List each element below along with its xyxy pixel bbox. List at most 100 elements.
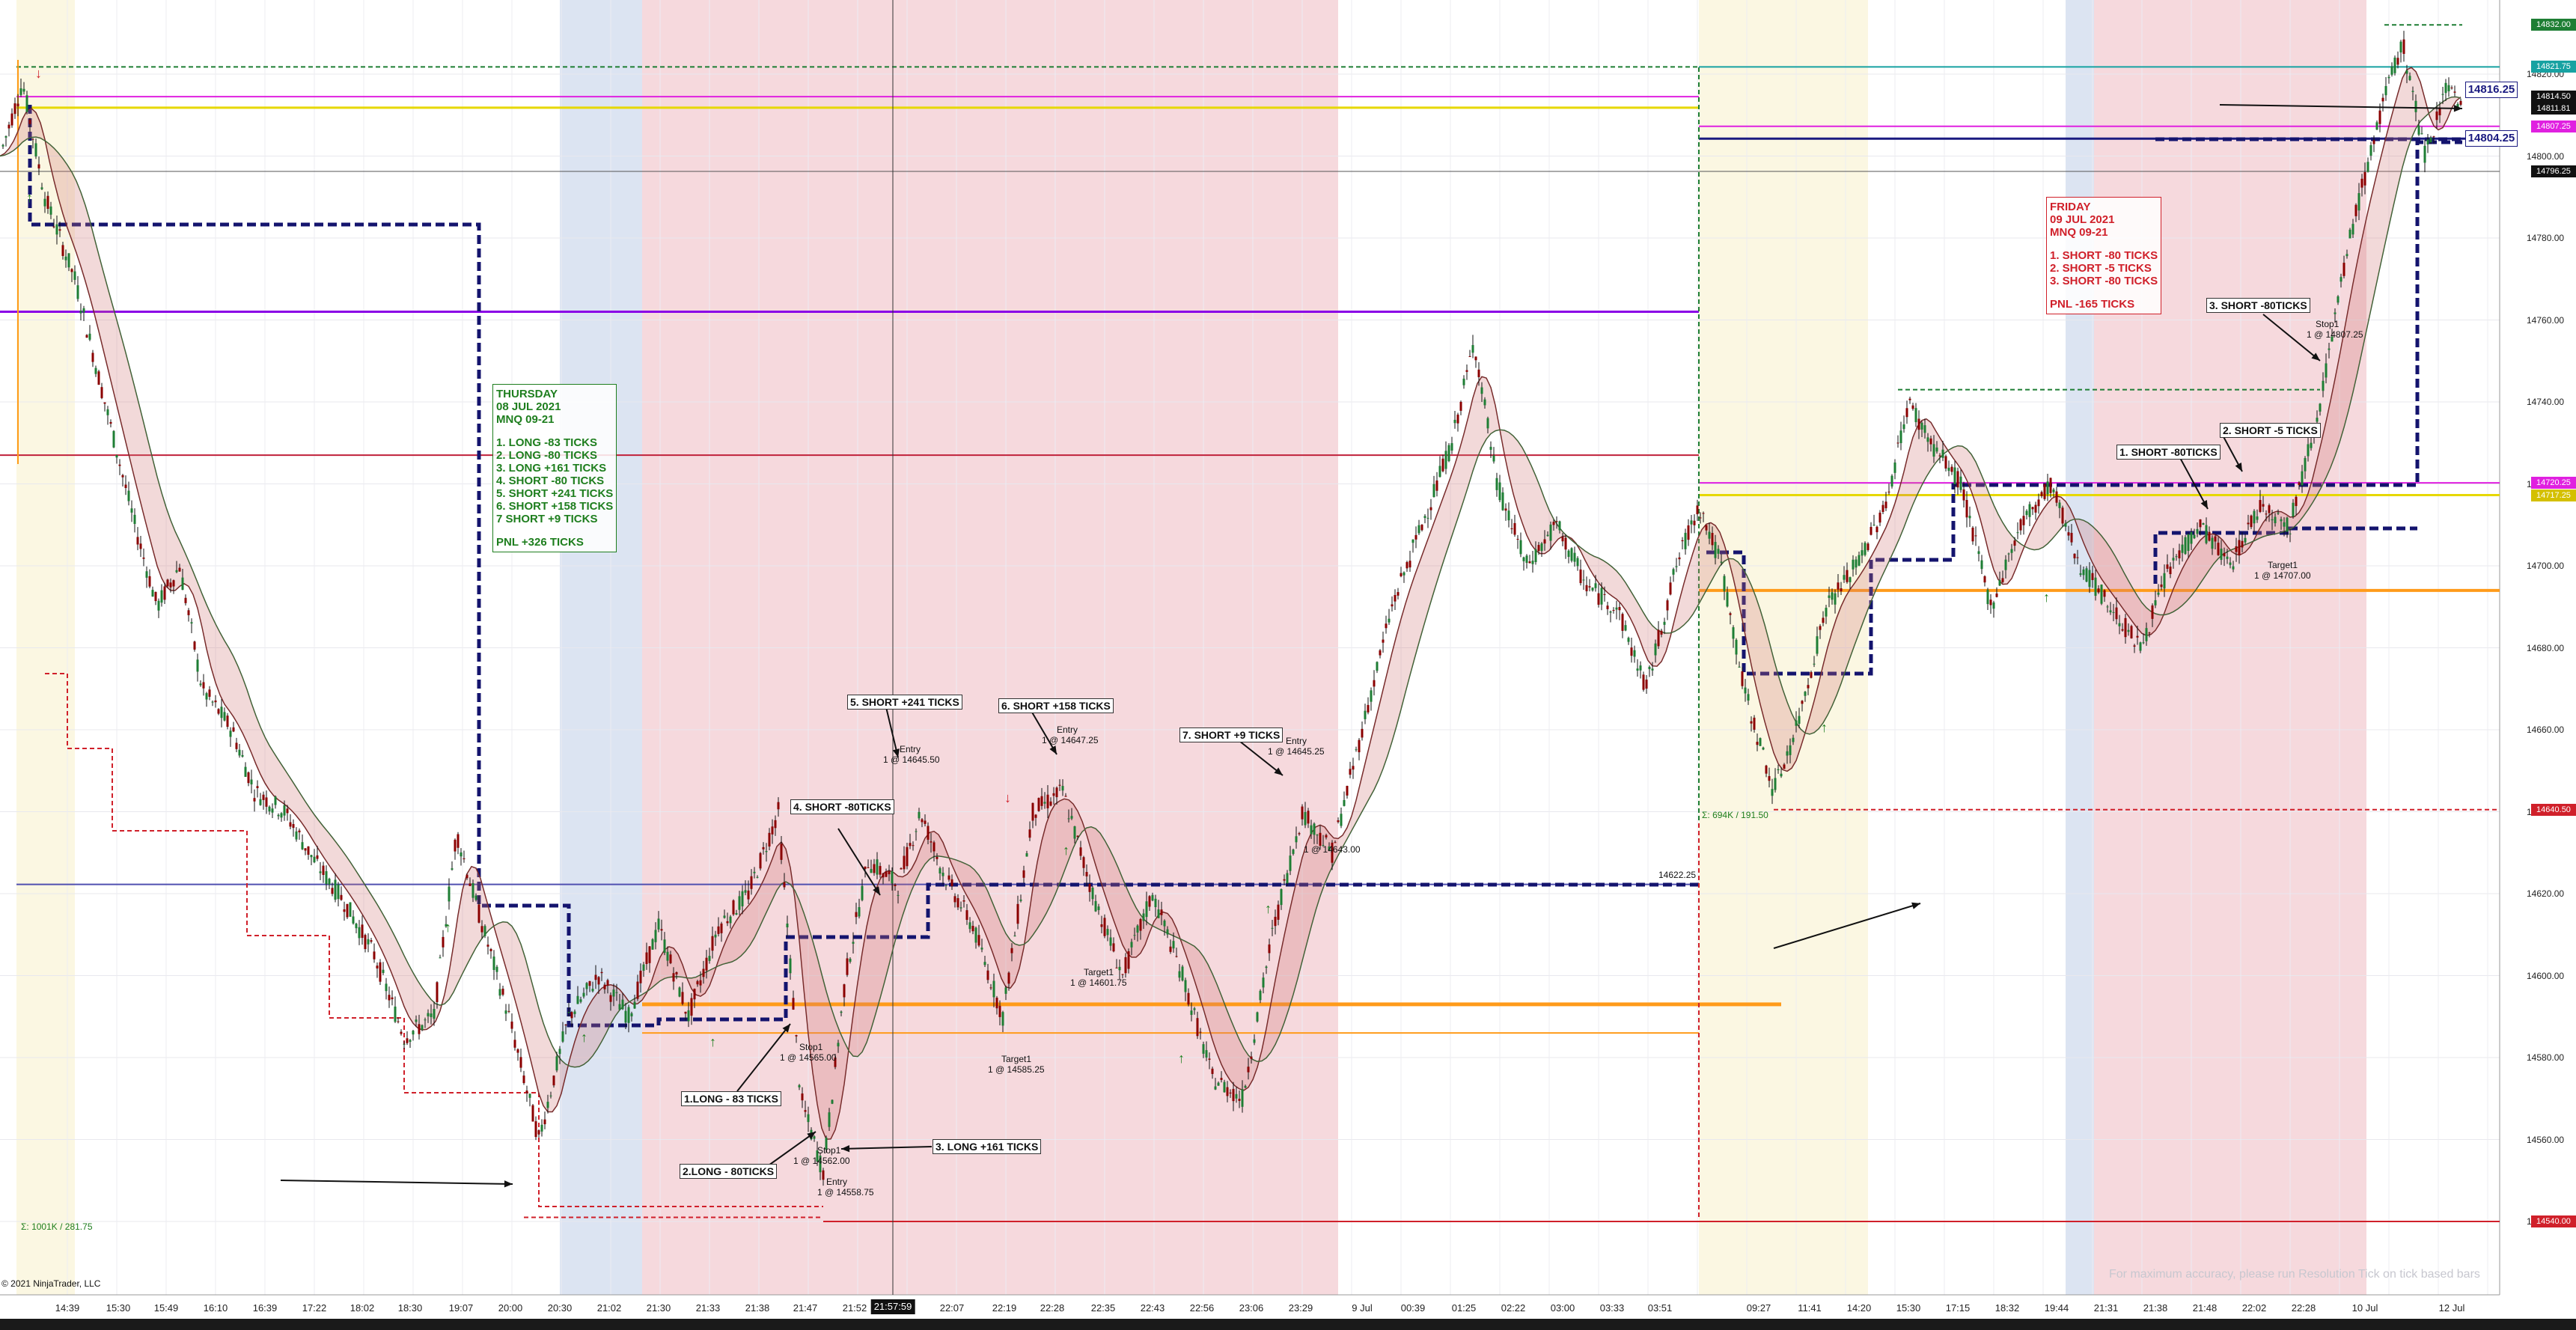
candle-body [2151, 605, 2154, 619]
candle-body [1950, 466, 1953, 472]
candle-body [2190, 531, 2193, 544]
candle-body [995, 997, 998, 1009]
candle-body [109, 421, 112, 424]
candle-body [1606, 605, 1609, 609]
candle-body [463, 858, 466, 859]
candle-body [1262, 977, 1265, 988]
chart-root[interactable]: ↑ ↓ ↑ ↑ ↑ ↓ ↑ ↑ ↑ ↑ ↑ 1.LONG - 83 TICKS 2.LONG - 8… [0, 0, 2576, 1330]
trade-marker: ↑ [1063, 843, 1069, 858]
candle-body [1217, 1082, 1220, 1086]
candle-body [2360, 178, 2363, 188]
candle-body [1220, 1078, 1223, 1080]
time-axis-label: 03:51 [1647, 1302, 1673, 1314]
time-axis-label: 02:22 [1501, 1302, 1526, 1314]
candle-body [106, 409, 109, 415]
candle-body [1447, 445, 1450, 462]
candle-body [855, 912, 858, 918]
candle-body [1307, 811, 1310, 824]
candle-body [762, 846, 765, 849]
candle-body [379, 962, 382, 982]
candle-body [1373, 680, 1376, 687]
order-label: Target1 [2268, 560, 2298, 570]
candle-body [552, 1076, 555, 1086]
thursday-summary: THURSDAY 08 JUL 2021 MNQ 09-21 1. LONG -83 … [492, 384, 617, 552]
candle-body [510, 1021, 513, 1029]
candle-body [1843, 575, 1846, 580]
candle-body [2301, 471, 2304, 486]
candle-body [2366, 162, 2369, 172]
candle-body [2028, 504, 2031, 517]
candle-body [2034, 504, 2037, 513]
summary-line: 7 SHORT +9 TICKS [496, 513, 598, 525]
candle-body [2390, 66, 2393, 75]
candle-body [2316, 418, 2319, 422]
candle-body [1070, 816, 1073, 819]
summary-line: MNQ 09-21 [496, 413, 555, 426]
price-axis-label: 14780.00 [2527, 233, 2565, 243]
candle-body [1100, 924, 1103, 927]
candle-body [1133, 935, 1136, 936]
candle-body [118, 464, 121, 466]
candle-body [2220, 549, 2223, 561]
price-marker-tag: 14717.25 [2531, 489, 2576, 501]
candle-body [1019, 899, 1022, 901]
candle-body [403, 1043, 406, 1045]
order-label: Entry [1286, 736, 1307, 746]
candle-body [394, 1006, 397, 1022]
candle-body [2223, 552, 2226, 557]
candle-body [1929, 438, 1932, 445]
candle-body [1899, 430, 1902, 444]
candle-body [1651, 668, 1654, 671]
price-chart[interactable]: ↑ ↓ ↑ ↑ ↑ ↓ ↑ ↑ ↑ ↑ ↑ [0, 0, 2576, 1330]
candle-body [666, 951, 669, 961]
candle-body [968, 922, 971, 930]
summary-line [496, 426, 613, 436]
candle-body [1926, 437, 1929, 442]
candle-body [2271, 519, 2274, 521]
candle-body [1136, 925, 1139, 933]
time-axis-label: 22:02 [2241, 1302, 2267, 1314]
candle-body [582, 992, 585, 997]
candle-body [2073, 553, 2076, 558]
candle-body [585, 983, 588, 989]
candle-body [828, 1112, 831, 1127]
candle-body [753, 871, 756, 873]
candle-body [2169, 567, 2172, 575]
candle-body [2351, 224, 2354, 235]
candle-body [1091, 887, 1094, 900]
candle-body [953, 896, 956, 903]
time-axis-label: 22:56 [1189, 1302, 1215, 1314]
candle-body [1789, 745, 1792, 755]
candle-body [2426, 139, 2429, 144]
candle-body [1717, 549, 1720, 554]
candle-body [55, 224, 58, 235]
candle-body [2408, 76, 2411, 80]
candle-body [1953, 467, 1956, 484]
candle-body [1385, 623, 1388, 629]
candle-body [1492, 455, 1495, 462]
candle-body [1067, 818, 1070, 820]
price-axis-label: 14560.00 [2527, 1134, 2565, 1145]
candle-body [546, 1102, 549, 1108]
candle-body [1169, 946, 1172, 952]
candle-body [998, 1005, 1001, 1017]
summary-line: 5. SHORT +241 TICKS [496, 487, 614, 500]
candle-body [1352, 766, 1355, 770]
candle-body [717, 926, 720, 934]
candle-body [2399, 41, 2402, 53]
candle-body [603, 984, 606, 989]
candle-body [1528, 561, 1531, 564]
price-axis-label: 14760.00 [2527, 314, 2565, 326]
candle-body [1259, 990, 1262, 1001]
candle-body [2058, 502, 2061, 508]
candle-body [720, 923, 723, 933]
candle-body [612, 989, 615, 997]
candle-body [2340, 277, 2342, 282]
candle-body [2372, 140, 2375, 144]
candle-body [1693, 520, 1696, 525]
candle-body [1082, 857, 1085, 868]
annotation-long-1: 1.LONG - 83 TICKS [681, 1091, 782, 1106]
candle-body [2244, 537, 2247, 543]
candle-body [1340, 814, 1343, 826]
candle-body [618, 1004, 621, 1010]
